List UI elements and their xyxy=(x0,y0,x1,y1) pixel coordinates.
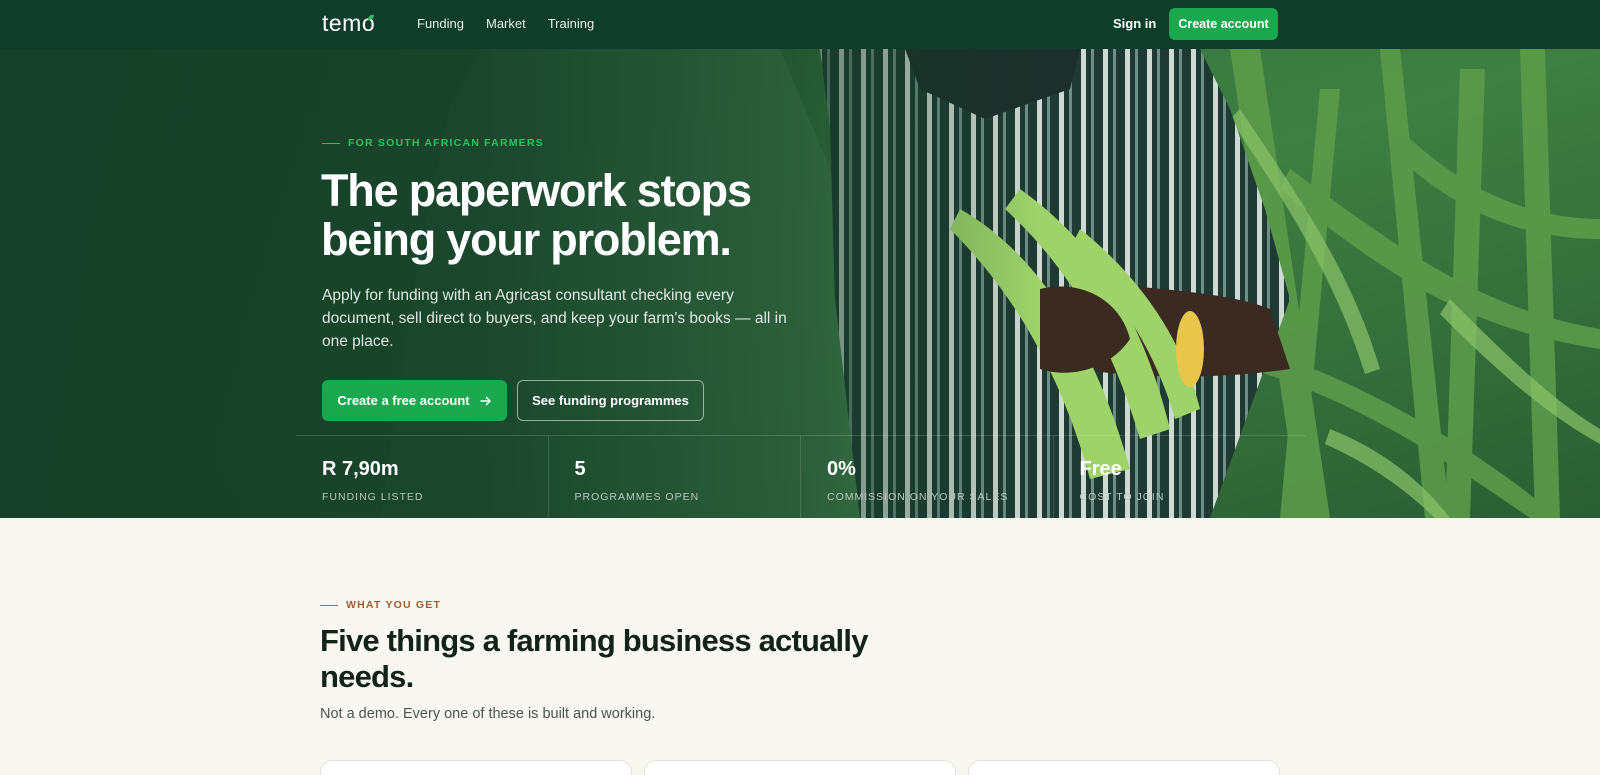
sign-in-link[interactable]: Sign in xyxy=(1113,16,1156,31)
feature-card[interactable] xyxy=(968,760,1280,775)
top-nav: temo Funding Market Training Sign in Cre… xyxy=(0,0,1600,49)
feature-card[interactable] xyxy=(320,760,632,775)
features-title: Five things a farming business actually … xyxy=(320,623,868,694)
stat-label: PROGRAMMES OPEN xyxy=(574,491,700,503)
stat-label: COMMISSION ON YOUR SALES xyxy=(827,491,1009,503)
hero-title: The paperwork stops being your problem. xyxy=(321,165,752,265)
stat-funding-listed: R 7,90m FUNDING LISTED xyxy=(296,436,549,519)
create-free-account-label: Create a free account xyxy=(337,393,470,408)
arrow-right-icon xyxy=(479,396,491,405)
hero-eyebrow: FOR SOUTH AFRICAN FARMERS xyxy=(322,137,544,149)
stat-commission: 0% COMMISSION ON YOUR SALES xyxy=(801,436,1054,519)
eyebrow-line xyxy=(320,604,338,606)
nav-link-funding[interactable]: Funding xyxy=(417,16,464,31)
nav-link-training[interactable]: Training xyxy=(548,16,594,31)
features-subtitle: Not a demo. Every one of these is built … xyxy=(320,706,656,722)
hero-eyebrow-text: FOR SOUTH AFRICAN FARMERS xyxy=(348,137,544,149)
hero-subtitle: Apply for funding with an Agricast consu… xyxy=(322,287,787,350)
features-eyebrow-text: WHAT YOU GET xyxy=(346,599,442,611)
stat-label: COST TO JOIN xyxy=(1079,491,1165,503)
nav-links: Funding Market Training xyxy=(417,16,594,31)
create-free-account-button[interactable]: Create a free account xyxy=(322,380,507,421)
stat-value: R 7,90m xyxy=(322,458,399,480)
stat-cost-to-join: Free COST TO JOIN xyxy=(1054,436,1307,519)
stat-value: 0% xyxy=(827,458,856,480)
stat-value: Free xyxy=(1079,458,1122,480)
stat-label: FUNDING LISTED xyxy=(322,491,424,503)
features-eyebrow: WHAT YOU GET xyxy=(320,599,441,611)
feature-card[interactable] xyxy=(644,760,956,775)
eyebrow-line xyxy=(322,142,340,144)
hero-stats: R 7,90m FUNDING LISTED 5 PROGRAMMES OPEN… xyxy=(296,435,1307,519)
create-account-button[interactable]: Create account xyxy=(1169,8,1278,40)
see-funding-programmes-button[interactable]: See funding programmes xyxy=(517,380,704,421)
leaf-icon xyxy=(368,14,375,20)
logo[interactable]: temo xyxy=(322,10,375,37)
stat-programmes-open: 5 PROGRAMMES OPEN xyxy=(549,436,801,519)
nav-link-market[interactable]: Market xyxy=(486,16,526,31)
stat-value: 5 xyxy=(574,458,586,480)
